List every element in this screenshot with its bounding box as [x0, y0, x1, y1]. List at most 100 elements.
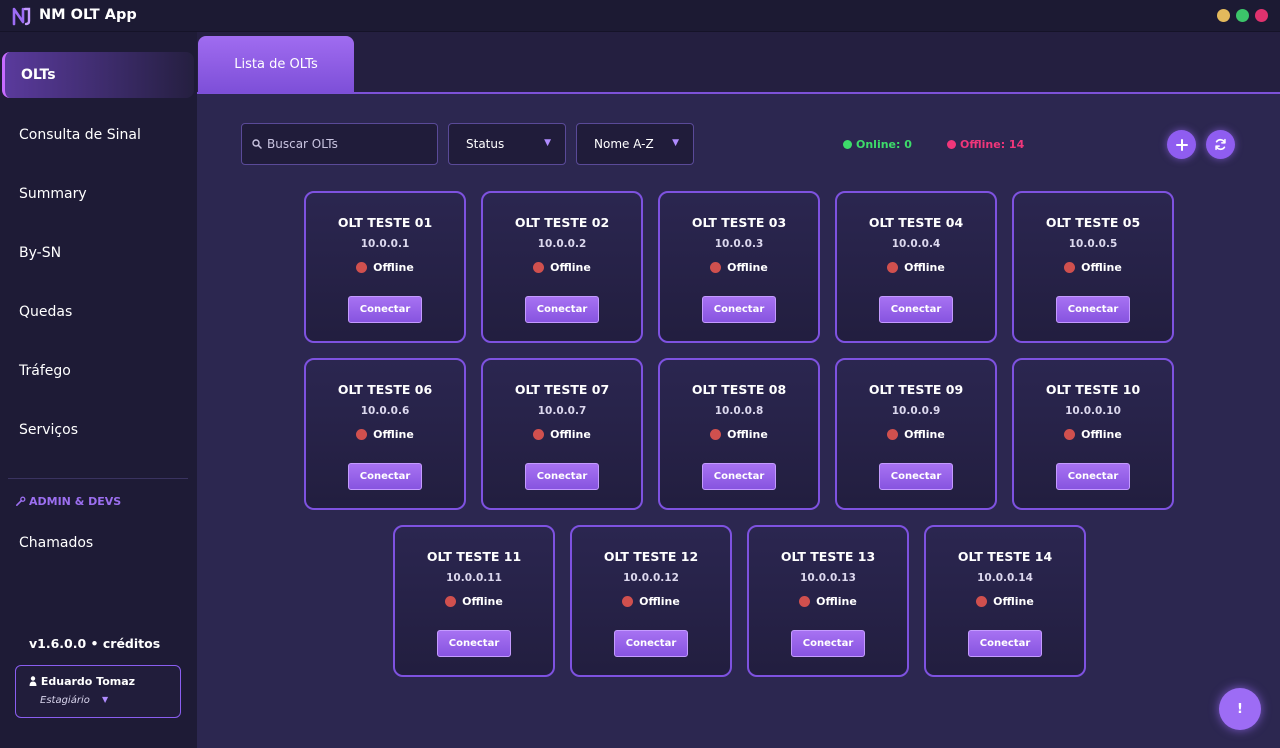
sidebar: OLTs Consulta de Sinal Summary By-SN Que…	[0, 32, 197, 748]
alert-button[interactable]: !	[1219, 688, 1261, 730]
status-filter-value: Status	[466, 137, 505, 151]
sidebar-divider	[8, 478, 188, 479]
olt-status: Offline	[749, 595, 907, 608]
olt-name: OLT TESTE 05	[1045, 215, 1141, 230]
olt-status-label: Offline	[550, 428, 591, 441]
olt-card: OLT TESTE 12 10.0.0.12 Offline Conectar	[570, 525, 732, 677]
sidebar-item-trafego[interactable]: Tráfego	[0, 348, 197, 394]
connect-button[interactable]: Conectar	[614, 630, 688, 657]
olt-status: Offline	[483, 261, 641, 274]
sidebar-item-summary[interactable]: Summary	[0, 171, 197, 217]
olt-status-label: Offline	[639, 595, 680, 608]
connect-button[interactable]: Conectar	[968, 630, 1042, 657]
olt-status-label: Offline	[816, 595, 857, 608]
close-dot[interactable]	[1255, 9, 1268, 22]
olt-card: OLT TESTE 01 10.0.0.1 Offline Conectar	[304, 191, 466, 343]
chevron-down-icon: ▼	[672, 138, 679, 148]
olt-name: OLT TESTE 13	[780, 549, 876, 564]
status-dot-icon	[533, 262, 545, 273]
olt-name: OLT TESTE 14	[957, 549, 1053, 564]
olt-ip: 10.0.0.2	[537, 238, 587, 250]
olt-card: OLT TESTE 13 10.0.0.13 Offline Conectar	[747, 525, 909, 677]
olt-status-label: Offline	[373, 428, 414, 441]
maximize-dot[interactable]	[1236, 9, 1249, 22]
connect-button[interactable]: Conectar	[525, 463, 599, 490]
connect-button[interactable]: Conectar	[1056, 296, 1130, 323]
olt-card: OLT TESTE 02 10.0.0.2 Offline Conectar	[481, 191, 643, 343]
olt-status: Offline	[395, 595, 553, 608]
connect-button[interactable]: Conectar	[791, 630, 865, 657]
sidebar-item-olts[interactable]: OLTs	[2, 52, 194, 98]
sidebar-item-quedas[interactable]: Quedas	[0, 289, 197, 335]
olt-name: OLT TESTE 08	[691, 382, 787, 397]
sidebar-item-chamados[interactable]: Chamados	[0, 520, 197, 566]
sidebar-item-label: Chamados	[19, 535, 94, 551]
olt-status-label: Offline	[993, 595, 1034, 608]
tab-bar: Lista de OLTs	[197, 32, 1280, 94]
connect-button[interactable]: Conectar	[348, 463, 422, 490]
user-menu[interactable]: Eduardo Tomaz Estagiário ▼	[15, 665, 181, 718]
olt-name: OLT TESTE 01	[337, 215, 433, 230]
sort-select[interactable]: Nome A-Z ▼	[576, 123, 694, 165]
connect-button[interactable]: Conectar	[437, 630, 511, 657]
add-olt-button[interactable]	[1167, 130, 1196, 159]
version-credits-link[interactable]: v1.6.0.0 • créditos	[29, 636, 160, 651]
sidebar-item-consulta-de-sinal[interactable]: Consulta de Sinal	[0, 112, 197, 158]
online-dot-icon	[843, 140, 852, 149]
olt-card: OLT TESTE 04 10.0.0.4 Offline Conectar	[835, 191, 997, 343]
olt-status: Offline	[660, 428, 818, 441]
status-dot-icon	[356, 429, 368, 440]
olt-ip: 10.0.0.6	[360, 405, 410, 417]
sidebar-item-by-sn[interactable]: By-SN	[0, 230, 197, 276]
connect-button[interactable]: Conectar	[348, 296, 422, 323]
connect-button[interactable]: Conectar	[879, 463, 953, 490]
sidebar-item-label: Consulta de Sinal	[19, 127, 141, 143]
olt-card: OLT TESTE 05 10.0.0.5 Offline Conectar	[1012, 191, 1174, 343]
olt-status: Offline	[1014, 428, 1172, 441]
tab-label: Lista de OLTs	[234, 57, 318, 72]
olt-status-label: Offline	[373, 261, 414, 274]
plus-icon	[1175, 138, 1188, 151]
refresh-button[interactable]	[1206, 130, 1235, 159]
olt-name: OLT TESTE 11	[426, 549, 522, 564]
user-name-row: Eduardo Tomaz	[29, 675, 135, 688]
user-icon	[29, 676, 37, 686]
sidebar-item-label: OLTs	[21, 67, 56, 83]
connect-button[interactable]: Conectar	[1056, 463, 1130, 490]
status-dot-icon	[887, 429, 899, 440]
olt-ip: 10.0.0.11	[446, 572, 502, 584]
olt-name: OLT TESTE 12	[603, 549, 699, 564]
search-box[interactable]	[241, 123, 438, 165]
olt-ip: 10.0.0.12	[623, 572, 679, 584]
online-count: Online: 0	[843, 138, 912, 151]
sidebar-item-servicos[interactable]: Serviços	[0, 407, 197, 453]
sort-value: Nome A-Z	[594, 137, 654, 151]
connect-button[interactable]: Conectar	[702, 463, 776, 490]
refresh-icon	[1215, 138, 1226, 151]
minimize-dot[interactable]	[1217, 9, 1230, 22]
search-icon	[252, 139, 262, 149]
olt-ip: 10.0.0.9	[891, 405, 941, 417]
admin-heading-label: ADMIN & DEVS	[29, 495, 122, 508]
search-input[interactable]	[267, 137, 427, 151]
sidebar-item-label: Tráfego	[19, 363, 71, 379]
olt-card: OLT TESTE 10 10.0.0.10 Offline Conectar	[1012, 358, 1174, 510]
olt-name: OLT TESTE 04	[868, 215, 964, 230]
status-dot-icon	[887, 262, 899, 273]
tab-lista-de-olts[interactable]: Lista de OLTs	[198, 36, 354, 93]
status-dot-icon	[533, 429, 545, 440]
olt-ip: 10.0.0.4	[891, 238, 941, 250]
olt-name: OLT TESTE 07	[514, 382, 610, 397]
status-dot-icon	[622, 596, 634, 607]
status-filter-select[interactable]: Status ▼	[448, 123, 566, 165]
app-logo-icon	[12, 7, 31, 26]
status-dot-icon	[356, 262, 368, 273]
olt-status: Offline	[660, 261, 818, 274]
connect-button[interactable]: Conectar	[525, 296, 599, 323]
connect-button[interactable]: Conectar	[879, 296, 953, 323]
connect-button[interactable]: Conectar	[702, 296, 776, 323]
olt-name: OLT TESTE 06	[337, 382, 433, 397]
olt-card: OLT TESTE 08 10.0.0.8 Offline Conectar	[658, 358, 820, 510]
olt-status: Offline	[926, 595, 1084, 608]
user-role: Estagiário	[40, 695, 90, 706]
